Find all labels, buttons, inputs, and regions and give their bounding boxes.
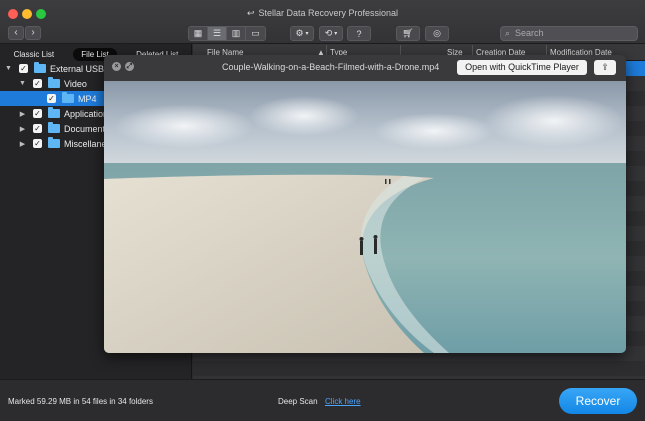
list-view-button[interactable]: ☰: [208, 27, 227, 40]
user-icon: ◎: [433, 28, 441, 38]
close-preview-button[interactable]: ×: [112, 62, 121, 71]
chevron-down-icon: ▾: [334, 31, 338, 37]
disclosure-collapsed-icon[interactable]: ▶: [18, 125, 27, 133]
help-button[interactable]: ?: [347, 26, 371, 41]
icon-view-button[interactable]: ▦: [189, 27, 208, 40]
share-icon: ⇪: [601, 62, 609, 72]
disclosure-expanded-icon[interactable]: ▼: [18, 80, 27, 87]
folder-icon: [62, 92, 74, 103]
view-mode-segment: ▦ ☰ ▥ ▭: [188, 26, 266, 41]
beach-video-frame: [104, 81, 626, 353]
quick-look-preview: × ⤢ Couple-Walking-on-a-Beach-Filmed-wit…: [104, 55, 626, 353]
preview-file-name: Couple-Walking-on-a-Beach-Filmed-with-a-…: [222, 62, 440, 72]
search-input[interactable]: ⌕ Search: [500, 26, 638, 41]
close-icon: ×: [114, 63, 119, 70]
checkbox[interactable]: ✓: [33, 109, 42, 118]
expand-icon: ⤢: [126, 63, 133, 70]
history-icon: ⟲: [324, 28, 333, 38]
fullscreen-button[interactable]: ⤢: [125, 62, 134, 71]
gear-icon: ⚙: [295, 28, 304, 38]
disclosure-collapsed-icon[interactable]: ▶: [18, 110, 27, 118]
folder-icon: [48, 122, 60, 133]
account-button[interactable]: ◎: [425, 26, 449, 41]
status-bar: Marked 59.29 MB in 54 files in 34 folder…: [0, 379, 645, 421]
help-icon: ?: [356, 28, 362, 39]
preview-title-bar: × ⤢ Couple-Walking-on-a-Beach-Filmed-wit…: [104, 55, 626, 81]
checkbox[interactable]: ✓: [19, 64, 28, 73]
checkbox[interactable]: ✓: [33, 124, 42, 133]
forward-button[interactable]: ›: [25, 26, 41, 40]
open-with-quicktime-button[interactable]: Open with QuickTime Player: [457, 60, 587, 75]
back-button[interactable]: ‹: [8, 26, 24, 40]
folder-icon: [34, 62, 46, 73]
checkbox[interactable]: ✓: [33, 139, 42, 148]
settings-dropdown-button[interactable]: ⚙ ▾: [290, 26, 314, 41]
disclosure-expanded-icon[interactable]: ▼: [4, 65, 13, 72]
checkbox[interactable]: ✓: [33, 79, 42, 88]
checkbox[interactable]: ✓: [47, 94, 56, 103]
tab-classic-list[interactable]: Classic List: [6, 48, 62, 61]
cart-button[interactable]: 🛒︎: [396, 26, 420, 41]
folder-icon: [48, 107, 60, 118]
search-icon: ⌕: [505, 28, 511, 38]
recover-button[interactable]: Recover: [559, 388, 637, 414]
deep-scan-label: Deep Scan: [278, 397, 318, 406]
cart-icon: 🛒︎: [402, 28, 414, 38]
marked-summary: Marked 59.29 MB in 54 files in 34 folder…: [8, 397, 153, 406]
folder-icon: [48, 77, 60, 88]
disclosure-collapsed-icon[interactable]: ▶: [18, 140, 27, 148]
folder-icon: [48, 137, 60, 148]
back-arrow-icon: ↩: [246, 8, 255, 18]
deep-scan-link[interactable]: Click here: [325, 397, 361, 406]
chevron-down-icon: ▾: [305, 31, 309, 37]
column-view-button[interactable]: ▥: [227, 27, 246, 40]
recovery-history-button[interactable]: ⟲ ▾: [319, 26, 343, 41]
share-button[interactable]: ⇪: [594, 60, 616, 75]
cover-flow-button[interactable]: ▭: [246, 27, 265, 40]
window-title: ↩ Stellar Data Recovery Professional: [246, 8, 399, 18]
title-bar: ↩ Stellar Data Recovery Professional ‹ › …: [0, 0, 645, 44]
